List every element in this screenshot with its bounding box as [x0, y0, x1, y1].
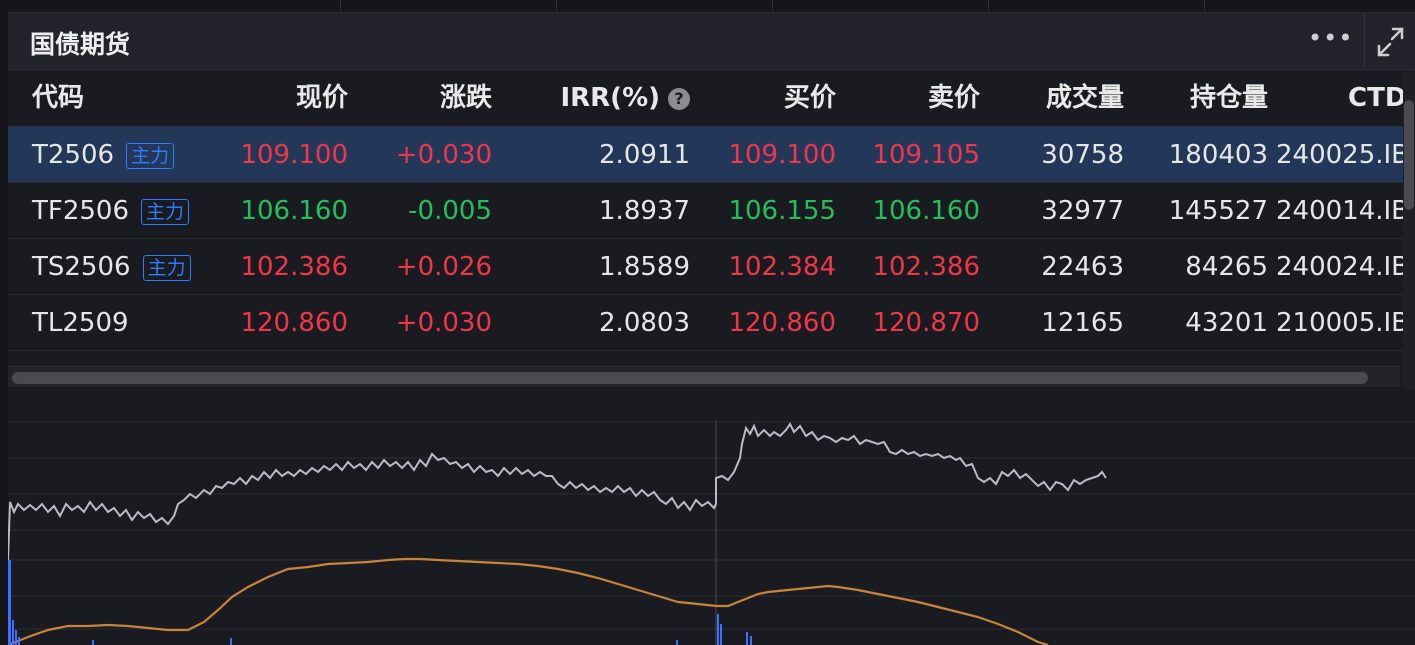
change-cell: +0.030 [395, 140, 492, 170]
ctd-cell: 210005.IB [1276, 308, 1403, 338]
volume-cell: 30758 [1041, 140, 1124, 170]
contract-code: T2506 [32, 140, 115, 170]
futures-table: 代码 现价 涨跌 IRR(%)? 买价 卖价 成交量 持仓量 CTD T2506… [8, 70, 1403, 360]
left-edge [0, 12, 8, 645]
ctd-cell: 240025.IB [1276, 140, 1403, 170]
change-cell: +0.030 [395, 308, 492, 338]
col-header-ctd[interactable]: CTD [1348, 70, 1403, 126]
open-interest-cell: 43201 [1185, 308, 1268, 338]
col-header-bid[interactable]: 买价 [690, 70, 836, 126]
average-price-line [8, 557, 1049, 645]
open-interest-cell: 145527 [1168, 196, 1268, 226]
bid-cell: 120.860 [728, 308, 836, 338]
col-header-price[interactable]: 现价 [208, 70, 348, 126]
irr-header-label: IRR(%) [560, 83, 660, 113]
row-code-cell: TL2509 [32, 308, 129, 338]
volume-bars [8, 560, 752, 645]
ask-cell: 109.105 [872, 140, 980, 170]
bid-cell: 106.155 [728, 196, 836, 226]
col-header-ask[interactable]: 卖价 [836, 70, 980, 126]
irr-cell: 2.0911 [599, 140, 690, 170]
change-cell: -0.005 [408, 196, 492, 226]
vertical-scrollbar-thumb[interactable] [1404, 100, 1414, 210]
ctd-cell: 240014.IB [1276, 196, 1403, 226]
contract-code: TS2506 [32, 252, 131, 282]
expand-icon [1377, 27, 1404, 57]
irr-cell: 1.8937 [599, 196, 690, 226]
table-row[interactable]: TS2506 主力 102.386 +0.026 1.8589 102.384 1… [8, 239, 1403, 295]
table-row[interactable]: TF2506 主力 106.160 -0.005 1.8937 106.155 1… [8, 183, 1403, 239]
open-interest-cell: 180403 [1168, 140, 1268, 170]
panel-header: 国债期货 ••• [8, 13, 1415, 70]
help-icon[interactable]: ? [668, 87, 690, 110]
volume-cell: 12165 [1041, 308, 1124, 338]
main-contract-badge: 主力 [126, 142, 175, 169]
horizontal-scrollbar-thumb[interactable] [12, 372, 1368, 384]
table-row[interactable]: TL2509 120.860 +0.030 2.0803 120.860 120… [8, 295, 1403, 351]
ask-cell: 106.160 [872, 196, 980, 226]
price-cell: 109.100 [240, 140, 348, 170]
irr-cell: 1.8589 [599, 252, 690, 282]
ask-cell: 102.386 [872, 252, 980, 282]
row-code-cell: TF2506 主力 [32, 183, 232, 239]
open-interest-cell: 84265 [1185, 252, 1268, 282]
main-contract-badge: 主力 [142, 254, 191, 281]
chart-gridlines [8, 421, 1415, 630]
col-header-open-interest[interactable]: 持仓量 [1124, 70, 1268, 126]
expand-button[interactable] [1364, 13, 1415, 69]
volume-cell: 22463 [1041, 252, 1124, 282]
irr-cell: 2.0803 [599, 308, 690, 338]
volume-cell: 32977 [1041, 196, 1124, 226]
price-line [8, 422, 1107, 561]
intraday-chart [8, 420, 1415, 645]
table-header-row: 代码 现价 涨跌 IRR(%)? 买价 卖价 成交量 持仓量 CTD [8, 70, 1403, 126]
col-header-irr[interactable]: IRR(%)? [492, 70, 690, 126]
bid-cell: 102.384 [728, 252, 836, 282]
ctd-cell: 240024.IB [1276, 252, 1403, 282]
table-row[interactable]: T2506 主力 109.100 +0.030 2.0911 109.100 10… [8, 127, 1403, 183]
row-code-cell: T2506 主力 [32, 127, 232, 183]
col-header-volume[interactable]: 成交量 [980, 70, 1124, 126]
price-cell: 120.860 [240, 308, 348, 338]
top-strip [0, 0, 1415, 13]
horizontal-scrollbar-track[interactable] [8, 366, 1400, 387]
contract-code: TF2506 [32, 196, 130, 226]
price-cell: 106.160 [240, 196, 348, 226]
col-header-code[interactable]: 代码 [32, 70, 232, 126]
more-icon[interactable]: ••• [1308, 25, 1352, 55]
panel-title: 国债期货 [30, 30, 131, 59]
row-code-cell: TS2506 主力 [32, 239, 232, 295]
main-contract-badge: 主力 [141, 198, 190, 225]
change-cell: +0.026 [395, 252, 492, 282]
price-cell: 102.386 [240, 252, 348, 282]
ask-cell: 120.870 [872, 308, 980, 338]
col-header-change[interactable]: 涨跌 [348, 70, 492, 126]
bid-cell: 109.100 [728, 140, 836, 170]
